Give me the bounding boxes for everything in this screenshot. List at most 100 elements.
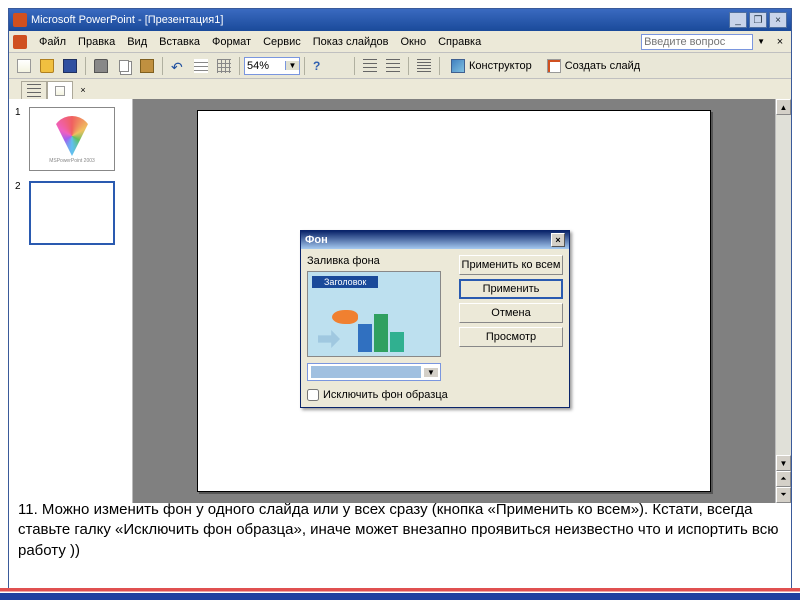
separator [408, 57, 409, 75]
menu-bar: Файл Правка Вид Вставка Формат Сервис По… [9, 31, 791, 53]
pane-tabs: × [9, 79, 791, 99]
menu-edit[interactable]: Правка [72, 34, 121, 50]
designer-icon [451, 59, 465, 73]
designer-button[interactable]: Конструктор [444, 55, 539, 77]
app-icon [13, 13, 27, 27]
tab-outline[interactable] [21, 81, 47, 99]
table-button[interactable] [190, 55, 212, 77]
save-icon [63, 59, 77, 73]
fill-label: Заливка фона [307, 255, 453, 267]
separator [439, 57, 440, 75]
apply-all-button[interactable]: Применить ко всем [459, 255, 563, 275]
ask-dropdown[interactable]: ▼ [757, 37, 765, 46]
standard-toolbar: ↶ ▼ ? Конструктор Создать слайд [9, 53, 791, 79]
zoom-combo[interactable]: ▼ [244, 57, 300, 75]
ask-question-input[interactable] [641, 34, 753, 50]
exclude-master-label: Исключить фон образца [323, 389, 448, 401]
background-dialog: Фон × Заливка фона Заголовок ▼ Примен [300, 230, 570, 408]
menu-format[interactable]: Формат [206, 34, 257, 50]
decorative-stripe [0, 588, 800, 600]
copy-icon [119, 60, 129, 72]
fill-color-dropdown[interactable]: ▼ [307, 363, 441, 381]
apply-button[interactable]: Применить [459, 279, 563, 299]
preview-button[interactable]: Просмотр [459, 327, 563, 347]
menu-window[interactable]: Окно [395, 34, 433, 50]
thumbnail-pane: 1 MSPowerPoint 2003 2 [9, 99, 133, 503]
undo-button[interactable]: ↶ [167, 55, 189, 77]
preview-title: Заголовок [312, 276, 378, 288]
new-icon [17, 59, 31, 73]
print-button[interactable] [90, 55, 112, 77]
new-slide-icon [547, 59, 561, 73]
undo-icon: ↶ [171, 59, 185, 73]
thumbnail-2[interactable]: 2 [15, 181, 126, 245]
bar-icon [358, 324, 372, 352]
close-doc-button[interactable]: × [773, 35, 787, 49]
new-slide-label: Создать слайд [565, 60, 640, 72]
copy-button[interactable] [113, 55, 135, 77]
separator [304, 57, 305, 75]
color-fan-icon [52, 116, 92, 156]
separator [239, 57, 240, 75]
minimize-button[interactable]: _ [729, 12, 747, 28]
fill-preview: Заголовок [307, 271, 441, 357]
designer-label: Конструктор [469, 60, 532, 72]
instruction-text: 11. Можно изменить фон у одного слайда и… [18, 500, 784, 561]
thumb-number: 1 [15, 107, 25, 171]
separator [85, 57, 86, 75]
align-icon [417, 59, 431, 73]
separator [354, 57, 355, 75]
color-swatch [311, 366, 421, 378]
scroll-track[interactable] [776, 115, 791, 455]
align-button[interactable] [413, 55, 435, 77]
thumbnail-1[interactable]: 1 MSPowerPoint 2003 [15, 107, 126, 171]
scroll-up-button[interactable]: ▲ [776, 99, 791, 115]
bar-icon [374, 314, 388, 352]
restore-button[interactable]: ❐ [749, 12, 767, 28]
menu-help[interactable]: Справка [432, 34, 487, 50]
chevron-down-icon: ▼ [424, 368, 438, 377]
new-slide-button[interactable]: Создать слайд [540, 55, 647, 77]
numbering-icon [363, 59, 377, 73]
dialog-titlebar[interactable]: Фон × [301, 231, 569, 249]
slides-icon [55, 86, 65, 96]
vertical-scrollbar[interactable]: ▲ ▼ ⏶ ⏷ [775, 99, 791, 503]
menu-tools[interactable]: Сервис [257, 34, 307, 50]
window-title: Microsoft PowerPoint - [Презентация1] [31, 14, 729, 26]
doc-icon [13, 35, 27, 49]
exclude-master-checkbox[interactable] [307, 389, 319, 401]
paste-icon [140, 59, 154, 73]
menu-file[interactable]: Файл [33, 34, 72, 50]
zoom-input[interactable] [245, 60, 285, 72]
help-button[interactable]: ? [309, 55, 331, 77]
tab-close[interactable]: × [73, 81, 93, 99]
dialog-title: Фон [305, 234, 328, 246]
thumb-caption: MSPowerPoint 2003 [36, 158, 108, 164]
thumb-number: 2 [15, 181, 25, 245]
help-icon: ? [313, 59, 327, 73]
scroll-down-button[interactable]: ▼ [776, 455, 791, 471]
grid-button[interactable] [213, 55, 235, 77]
menu-slideshow[interactable]: Показ слайдов [307, 34, 395, 50]
zoom-dropdown[interactable]: ▼ [285, 61, 299, 70]
prev-slide-button[interactable]: ⏶ [776, 471, 791, 487]
save-button[interactable] [59, 55, 81, 77]
menu-insert[interactable]: Вставка [153, 34, 206, 50]
cancel-button[interactable]: Отмена [459, 303, 563, 323]
bar-icon [390, 332, 404, 352]
close-button[interactable]: × [769, 12, 787, 28]
menu-view[interactable]: Вид [121, 34, 153, 50]
new-button[interactable] [13, 55, 35, 77]
dialog-close-button[interactable]: × [551, 233, 565, 247]
tab-slides[interactable] [47, 81, 73, 99]
fish-icon [332, 310, 358, 324]
outline-bul-button[interactable] [382, 55, 404, 77]
open-button[interactable] [36, 55, 58, 77]
grid-icon [217, 59, 231, 73]
separator [162, 57, 163, 75]
print-icon [94, 59, 108, 73]
arrow-shape-icon [318, 330, 340, 348]
open-icon [40, 59, 54, 73]
outline-num-button[interactable] [359, 55, 381, 77]
paste-button[interactable] [136, 55, 158, 77]
